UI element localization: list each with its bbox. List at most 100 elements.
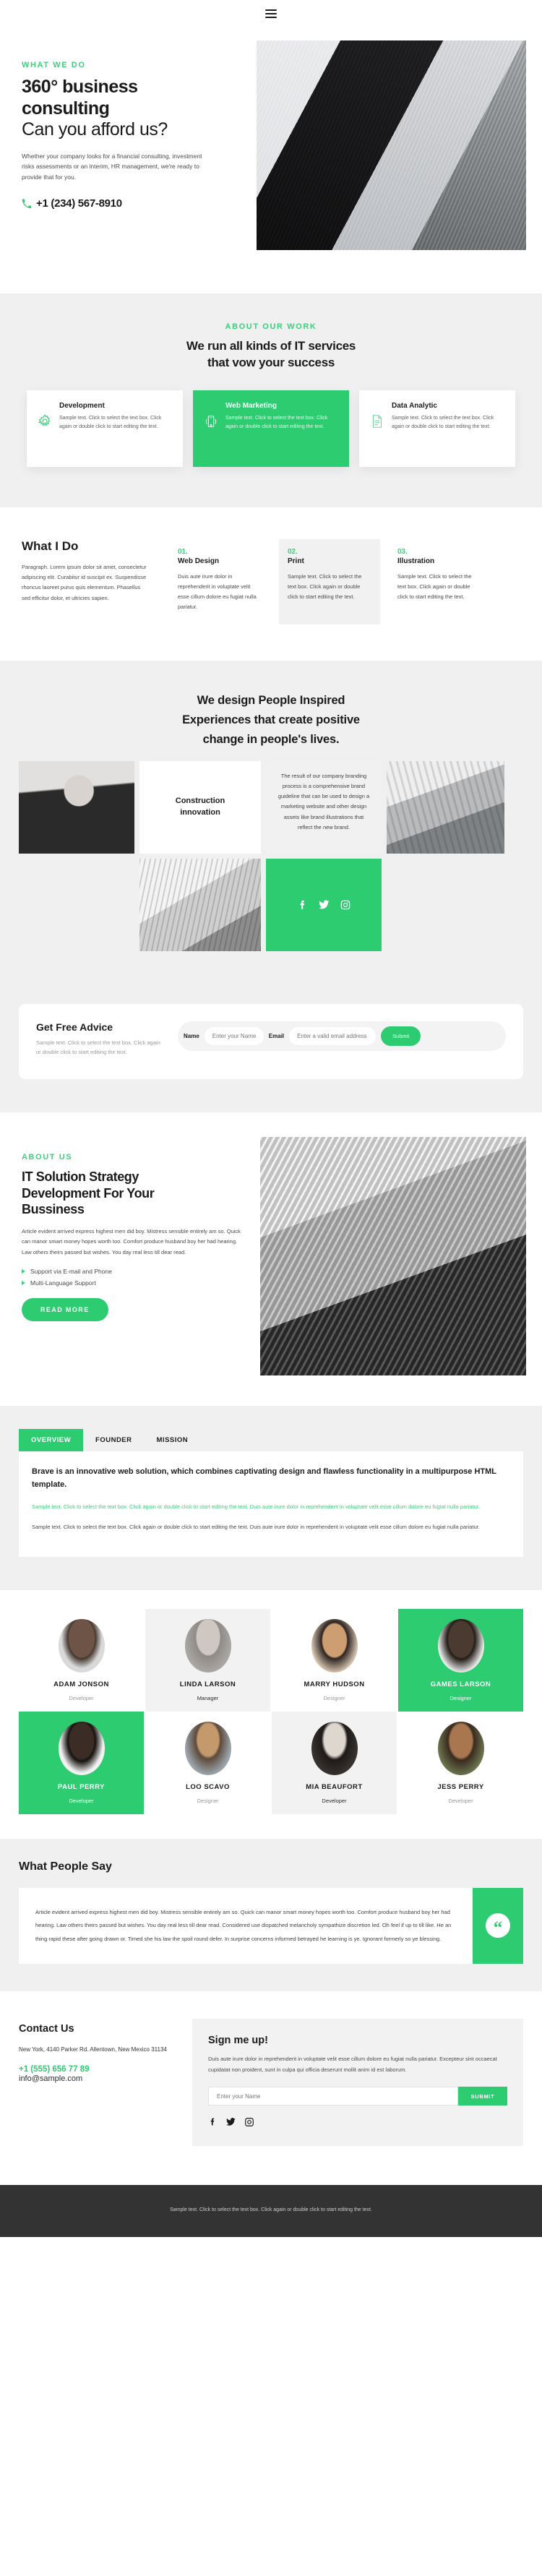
testimonial-mark-panel: “	[473, 1887, 523, 1965]
team-member-paul-perry[interactable]: PAUL PERRY Developer	[19, 1711, 144, 1814]
hero-phone[interactable]: +1 (234) 567-8910	[22, 197, 238, 210]
advice-email-input[interactable]	[289, 1026, 377, 1045]
team-member-name: PAUL PERRY	[57, 1782, 105, 1791]
contact-title: Contact Us	[19, 2023, 74, 2035]
about-image-block	[260, 1137, 542, 1376]
tabs-section: OVERVIEW FOUNDER MISSION Brave is an inn…	[0, 1406, 542, 1590]
team-member-games-larson[interactable]: GAMES LARSON Designer	[398, 1608, 523, 1712]
step-text: Duis aute irure dolor in reprehenderit i…	[178, 572, 257, 610]
avatar	[58, 1721, 105, 1775]
gallery-card-construction: Construction innovation	[139, 760, 261, 854]
what-i-do-intro: What I Do Paragraph. Lorem ipsum dolor s…	[22, 539, 160, 625]
team-member-role: Designer	[449, 1694, 472, 1701]
gallery-row-2	[19, 858, 523, 951]
advice-card: Get Free Advice Sample text. Click to se…	[19, 1003, 523, 1080]
step-illustration: 03. Illustration Sample text. Click to s…	[389, 539, 490, 625]
step-web-design: 01. Web Design Duis aute irure dolor in …	[169, 539, 270, 625]
about-section: ABOUT US IT Solution Strategy Developmen…	[0, 1112, 542, 1407]
tab-founder[interactable]: FOUNDER	[83, 1429, 144, 1451]
design-gallery: Construction innovation The result of ou…	[0, 750, 542, 951]
avatar	[184, 1618, 231, 1673]
document-icon	[369, 402, 385, 455]
hero-title: 360° business consulting Can you afford …	[22, 77, 238, 141]
hero-phone-number: +1 (234) 567-8910	[36, 197, 122, 210]
advice-email-label: Email	[268, 1032, 285, 1039]
service-card-data-analytic[interactable]: Data Analytic Sample text. Click to sele…	[359, 390, 515, 467]
instagram-icon[interactable]	[340, 899, 351, 911]
contact-email[interactable]: info@sample.com	[19, 2074, 85, 2085]
services-cards: Development Sample text. Click to select…	[0, 390, 542, 467]
avatar	[311, 1721, 358, 1775]
team-member-linda-larson[interactable]: LINDA LARSON Manager	[145, 1608, 270, 1712]
gallery-row-1: Construction innovation The result of ou…	[19, 760, 523, 854]
avatar	[311, 1618, 358, 1673]
contact-phone[interactable]: +1 (555) 656 77 89	[19, 2065, 181, 2074]
team-member-adam-jonson[interactable]: ADAM JONSON Developer	[19, 1609, 144, 1712]
services-section: ABOUT OUR WORK We run all kinds of IT se…	[0, 293, 542, 507]
contact-address: New York, 4140 Parker Rd. Allentown, New…	[19, 2046, 167, 2053]
advice-submit-button[interactable]: Submit	[381, 1026, 421, 1046]
gallery-photo-arch	[387, 760, 504, 854]
twitter-icon[interactable]	[318, 898, 330, 911]
gallery-photo-woman	[19, 760, 134, 854]
read-more-button[interactable]: READ MORE	[22, 1297, 108, 1321]
site-header	[0, 0, 542, 27]
triangle-bullet-icon	[22, 1268, 25, 1274]
team-member-jess-perry[interactable]: JESS PERRY Developer	[398, 1712, 523, 1814]
gallery-card-paragraph: The result of our company branding proce…	[278, 772, 370, 830]
tab-mission[interactable]: MISSION	[145, 1429, 201, 1451]
team-member-role: Designer	[323, 1694, 345, 1701]
about-title-line1: IT Solution Strategy	[22, 1169, 139, 1185]
what-i-do-section: What I Do Paragraph. Lorem ipsum dolor s…	[0, 507, 542, 661]
about-bullet-item: Support via E-mail and Phone	[22, 1268, 243, 1275]
testimonial-section: What People Say Article evident arrived …	[0, 1838, 542, 1992]
triangle-bullet-icon	[22, 1280, 25, 1285]
tab-panel-gray-text: Sample text. Click to select the text bo…	[32, 1523, 480, 1530]
facebook-icon[interactable]	[297, 899, 309, 911]
team-member-role: Developer	[448, 1797, 473, 1804]
step-number: 03.	[397, 547, 408, 556]
gallery-spacer	[19, 859, 134, 951]
gallery-photo-building	[139, 858, 261, 951]
phone-icon	[22, 199, 31, 209]
service-card-text: Sample text. Click to select the text bo…	[59, 415, 162, 430]
signup-name-input[interactable]	[208, 2087, 458, 2106]
team-member-name: MARRY HUDSON	[304, 1680, 365, 1688]
what-i-do-title: What I Do	[22, 538, 79, 553]
about-bullet-item: Multi-Language Support	[22, 1279, 243, 1287]
advice-name-label: Name	[184, 1032, 199, 1039]
services-title: We run all kinds of IT services that vow…	[0, 338, 542, 372]
signup-title: Sign me up!	[208, 2035, 268, 2047]
avatar	[184, 1721, 231, 1775]
advice-text: Sample text. Click to select the text bo…	[36, 1039, 160, 1056]
team-member-loo-scavo[interactable]: LOO SCAVO Designer	[145, 1712, 270, 1814]
team-member-name: ADAM JONSON	[53, 1680, 109, 1688]
signup-submit-button[interactable]: SUBMIT	[458, 2087, 507, 2106]
about-body: Article evident arrived express highest …	[22, 1227, 241, 1256]
gallery-spacer-2	[387, 859, 504, 951]
about-text-block: ABOUT US IT Solution Strategy Developmen…	[0, 1137, 260, 1375]
team-row-2: PAUL PERRY Developer LOO SCAVO Designer …	[19, 1711, 523, 1814]
about-title-line2: Development For Your	[22, 1185, 155, 1201]
site-footer: Sample text. Click to select the text bo…	[0, 2185, 542, 2238]
gallery-card-title-line1: Construction	[175, 796, 225, 805]
team-member-name: MIA BEAUFORT	[306, 1782, 363, 1791]
team-member-mia-beaufort[interactable]: MIA BEAUFORT Developer	[272, 1711, 397, 1814]
step-title: Web Design	[178, 557, 220, 565]
advice-name-input[interactable]	[204, 1026, 264, 1045]
instagram-icon[interactable]	[244, 2117, 254, 2127]
hamburger-menu-icon[interactable]	[265, 7, 277, 20]
step-title: Print	[288, 557, 304, 565]
tab-panel: Brave is an innovative web solution, whi…	[19, 1451, 523, 1557]
twitter-icon[interactable]	[225, 2116, 236, 2127]
tab-overview[interactable]: OVERVIEW	[19, 1429, 84, 1452]
tab-panel-green-text: Sample text. Click to select the text bo…	[32, 1503, 480, 1510]
service-card-web-marketing[interactable]: Web Marketing Sample text. Click to sele…	[193, 390, 349, 467]
contact-info: Contact Us New York, 4140 Parker Rd. All…	[19, 2019, 181, 2146]
team-member-marry-hudson[interactable]: MARRY HUDSON Designer	[272, 1609, 397, 1712]
about-eyebrow: ABOUT US	[22, 1153, 73, 1162]
hero-image-block	[257, 40, 542, 250]
service-card-development[interactable]: Development Sample text. Click to select…	[27, 390, 183, 467]
testimonial-body: Article evident arrived express highest …	[19, 1887, 473, 1965]
facebook-icon[interactable]	[208, 2116, 218, 2127]
